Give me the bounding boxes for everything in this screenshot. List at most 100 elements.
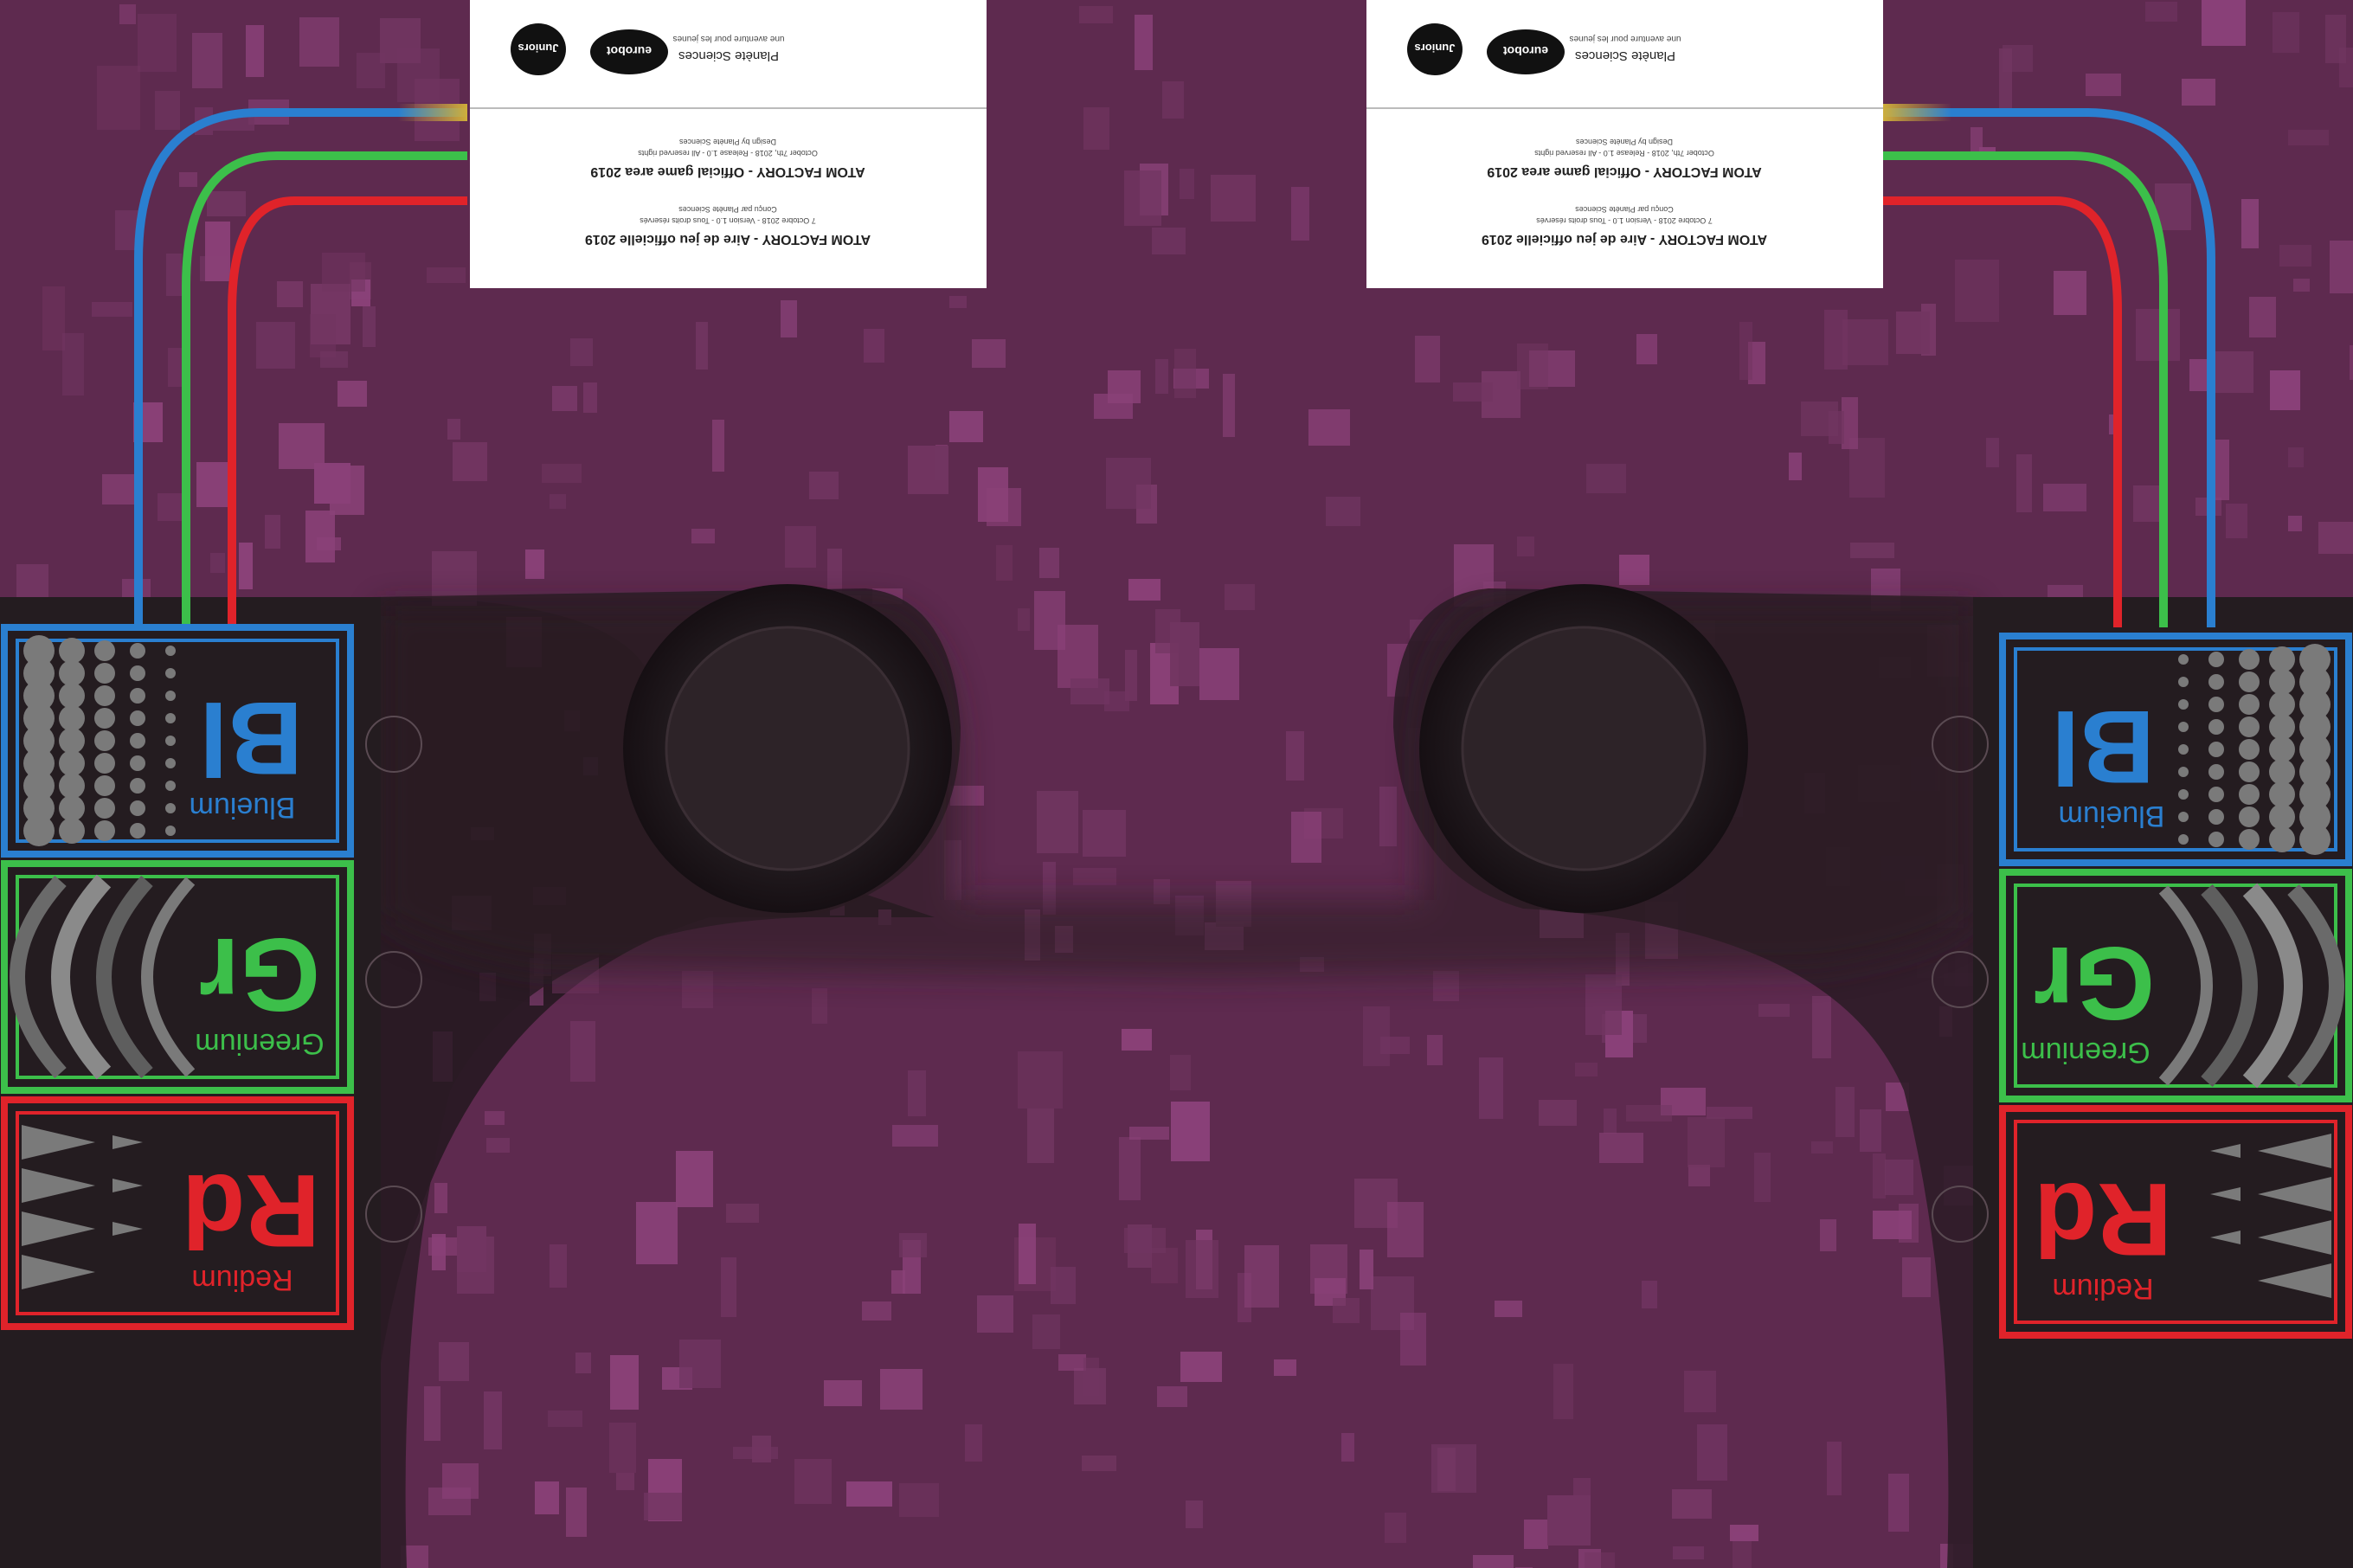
pixel-square: [996, 545, 1013, 581]
blueium-dot: [2178, 812, 2189, 822]
pixel-square: [380, 18, 421, 63]
pixel-square: [1274, 1359, 1296, 1376]
element-symbol: Rd: [2034, 1161, 2172, 1277]
blueium-dot: [2299, 824, 2330, 855]
pixel-square: [1688, 1117, 1725, 1167]
pixel-square: [1517, 344, 1548, 389]
pixel-square: [1170, 622, 1199, 686]
blueium-dot: [2269, 714, 2295, 740]
pixel-square: [1955, 260, 1999, 322]
blueium-dot: [2239, 762, 2260, 782]
pixel-square: [1835, 1087, 1855, 1137]
pixel-square: [949, 296, 967, 308]
pixel-square: [1524, 1520, 1548, 1549]
pixel-square: [1244, 1245, 1279, 1308]
blueium-dot: [23, 815, 55, 846]
blueium-dot: [2208, 719, 2224, 735]
pixel-square: [824, 1380, 862, 1406]
blueium-dot: [2178, 767, 2189, 777]
pixel-square: [1758, 1004, 1790, 1017]
pixel-square: [1896, 312, 1930, 354]
left-element-zones: Bl Blueium Gr Greenium Rd Redium: [1, 624, 354, 1330]
pixel-square: [542, 464, 582, 483]
pixel-square: [781, 300, 797, 337]
pixel-square: [1018, 608, 1030, 631]
element-symbol: Gr: [2034, 925, 2155, 1041]
blueium-dot: [2269, 759, 2295, 785]
pixel-square: [97, 66, 140, 130]
pixel-square: [1039, 548, 1059, 578]
blueium-dot: [2208, 697, 2224, 712]
pixel-square: [1730, 1525, 1758, 1541]
blueium-dot: [2178, 677, 2189, 687]
pixel-square: [1684, 1371, 1716, 1412]
logo-juniors: Juniors: [1415, 42, 1456, 55]
pixel-square: [726, 1204, 759, 1223]
pixel-square: [1902, 1257, 1931, 1297]
pixel-square: [1286, 731, 1304, 781]
pixel-square: [1873, 1211, 1912, 1239]
logo-slogan: une aventure pour les jeunes: [1570, 34, 1681, 43]
right-element-zones: Bl Blueium Gr Greenium Rd Redium: [1999, 633, 2352, 1339]
blueium-dot: [94, 640, 115, 661]
pixel-square: [1291, 187, 1309, 241]
element-name: Blueium: [2059, 800, 2165, 832]
card-title-fr: ATOM FACTORY - Aire de jeu officielle 20…: [1482, 232, 1767, 247]
pixel-square: [210, 553, 225, 573]
pixel-square: [1363, 1006, 1390, 1066]
pixel-square: [1888, 1474, 1909, 1532]
pixel-square: [583, 382, 597, 413]
pixel-square: [1573, 1478, 1591, 1526]
pixel-square: [1586, 464, 1626, 493]
pixel-square: [644, 1493, 682, 1520]
pixel-square: [1400, 1313, 1426, 1366]
pixel-square: [550, 1244, 567, 1288]
pixel-square: [484, 1391, 502, 1449]
pixel-square: [1585, 974, 1622, 1035]
pixel-square: [525, 549, 544, 579]
element-name: Greenium: [2021, 1036, 2150, 1069]
card-credit-en: October 7th, 2018 - Release 1.0 - All re…: [638, 149, 818, 157]
blueium-dot: [2208, 652, 2224, 667]
card-title-en: ATOM FACTORY - Official game area 2019: [590, 164, 865, 179]
info-card-right: ATOM FACTORY - Aire de jeu officielle 20…: [1366, 0, 1883, 288]
pixel-square: [1707, 1107, 1752, 1119]
pixel-square: [1850, 543, 1894, 558]
pixel-square: [1495, 1301, 1522, 1317]
pixel-square: [977, 1295, 1013, 1333]
blueium-dot: [94, 663, 115, 684]
pixel-square: [1083, 107, 1109, 150]
pixel-square: [1326, 497, 1360, 526]
right-pit: [1419, 584, 1748, 913]
element-symbol: Rd: [182, 1153, 320, 1269]
blueium-dot: [130, 823, 145, 839]
pixel-square: [1018, 1051, 1063, 1109]
blueium-dot: [2239, 717, 2260, 737]
left-pit: [623, 584, 952, 913]
blueium-dot: [2208, 832, 2224, 847]
pixel-square: [1672, 1489, 1712, 1519]
pixel-square: [846, 1481, 892, 1507]
pixel-square: [1387, 1202, 1424, 1257]
pixel-square: [2145, 2, 2177, 22]
pixel-square: [1341, 1433, 1354, 1462]
zone-greenium-left: Gr Greenium: [1, 860, 354, 1094]
pixel-square: [1697, 1424, 1727, 1481]
blueium-dot: [2239, 739, 2260, 760]
zone-blueium-left: Bl Blueium: [1, 624, 354, 858]
pixel-square: [899, 1233, 927, 1257]
blueium-dot: [94, 798, 115, 819]
pixel-square: [2086, 74, 2121, 96]
blueium-dot: [2178, 834, 2189, 845]
pixel-square: [265, 515, 280, 549]
pixel-square: [949, 411, 983, 442]
pixel-square: [682, 971, 713, 1008]
pixel-square: [908, 446, 948, 494]
blueium-dot: [2269, 736, 2295, 762]
pixel-square: [2016, 454, 2032, 512]
pixel-square: [1170, 1055, 1191, 1090]
blueium-dot: [2239, 649, 2260, 670]
pixel-square: [485, 1111, 505, 1125]
pixel-square: [246, 25, 264, 77]
blueium-dot: [2239, 829, 2260, 850]
